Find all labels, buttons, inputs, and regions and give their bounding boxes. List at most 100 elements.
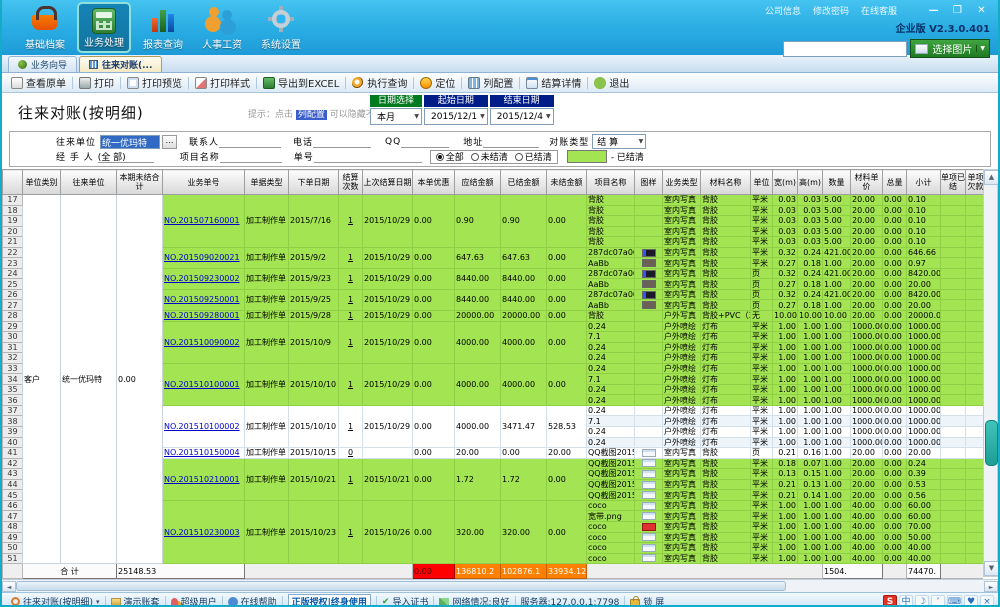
online-service-link[interactable]: 在线客服 — [861, 4, 897, 17]
choose-image-button[interactable]: 选择图片 ▼ — [910, 39, 990, 58]
toolbar-locate[interactable]: 定位 — [415, 74, 460, 91]
last-settle-date-cell: 2015/10/29 — [363, 247, 413, 268]
settle-count-link[interactable]: 1 — [348, 528, 353, 537]
phone-input[interactable] — [313, 136, 371, 148]
toolbar-column-config[interactable]: 列配置 — [463, 74, 518, 91]
doc-no-link[interactable]: NO.201510230003 — [164, 528, 240, 537]
radio-option[interactable]: 全部 — [436, 150, 464, 163]
doc-no-link[interactable]: NO.201509230002 — [164, 274, 240, 283]
ime-icon[interactable]: ☽ — [915, 595, 929, 607]
status-label: 导入证书 — [392, 595, 428, 607]
toolbar-exit[interactable]: 退出 — [589, 74, 634, 91]
ime-icon[interactable]: 中 — [899, 595, 913, 607]
status-import-cert[interactable]: ✔导入证书 — [377, 595, 434, 607]
ime-icon[interactable]: S — [883, 595, 897, 607]
subtotal-cell: 0.10 — [907, 216, 941, 227]
dropdown-arrow-icon[interactable]: ▼ — [976, 45, 985, 52]
date-mode-select[interactable]: 本月▼ — [370, 108, 422, 125]
menu-settings[interactable]: 系统设置 — [254, 2, 308, 53]
status-super-user[interactable]: 超级用户 — [166, 595, 222, 607]
thumbnail-image — [642, 470, 656, 478]
settle-count-link[interactable]: 0 — [348, 448, 353, 457]
toolbar-run-query[interactable]: 执行查询 — [347, 74, 412, 91]
settle-count-link[interactable]: 1 — [348, 380, 353, 389]
tab-wizard[interactable]: 业务向导 — [8, 56, 77, 72]
menu-hr-payroll[interactable]: 人事工资 — [195, 2, 249, 53]
dropdown-arrow-icon: ▼ — [477, 113, 485, 120]
settle-count-link[interactable]: 1 — [348, 253, 353, 262]
partner-unit-value[interactable]: 统一优玛特 — [100, 135, 160, 149]
unit-cell: 平米 — [751, 427, 773, 438]
doc-no-link[interactable]: NO.201509280001 — [164, 311, 240, 320]
tab-reconcile[interactable]: 往来对账(... — [79, 56, 162, 72]
doc-no-link[interactable]: NO.201510100002 — [164, 422, 240, 431]
status-current-view[interactable]: 往来对账(按明细)▾ — [6, 595, 105, 607]
doc-no-link[interactable]: NO.201510210001 — [164, 475, 240, 484]
change-password-link[interactable]: 修改密码 — [813, 4, 849, 17]
total-qty-cell: 0.00 — [883, 332, 907, 343]
horizontal-scroll-thumb[interactable] — [16, 581, 786, 591]
menu-reports[interactable]: 报表查询 — [136, 2, 190, 53]
toolbar-settle-detail[interactable]: 结算详情 — [521, 74, 586, 91]
qq-input[interactable] — [401, 136, 449, 148]
unit-price-cell: 20.00 — [851, 268, 883, 279]
settle-count-link[interactable]: 1 — [348, 338, 353, 347]
scroll-up-icon[interactable]: ▲ — [984, 170, 999, 185]
radio-option[interactable]: 未结清 — [471, 150, 508, 163]
scroll-right-icon[interactable]: ► — [984, 581, 998, 592]
ime-icon[interactable]: ⌨ — [947, 595, 962, 607]
project-name-input[interactable] — [220, 151, 282, 163]
image-search-input[interactable] — [783, 41, 907, 57]
address-input[interactable] — [483, 136, 539, 148]
horizontal-scrollbar[interactable]: ◄ ► — [2, 579, 998, 592]
doc-no-link[interactable]: NO.201509020021 — [164, 253, 240, 262]
status-lock-screen[interactable]: 锁 屏 — [625, 595, 669, 607]
reconcile-type-select[interactable]: 结 算 ▼ — [592, 134, 646, 149]
doc-no-link[interactable]: NO.201510090002 — [164, 338, 240, 347]
toolbar-view-original[interactable]: 查看原单 — [6, 74, 71, 91]
settle-count-link[interactable]: 1 — [348, 295, 353, 304]
menu-base-archive[interactable]: 基础档案 — [18, 2, 72, 53]
column-config-link[interactable]: 列配置 — [296, 110, 327, 120]
toolbar-export-excel[interactable]: 导出到EXCEL — [258, 74, 344, 91]
settle-count-link[interactable]: 1 — [348, 274, 353, 283]
handler-value[interactable]: (全 部) — [98, 150, 154, 163]
maximize-button[interactable]: ❐ — [949, 4, 966, 17]
start-date-select[interactable]: 2015/12/1▼ — [424, 108, 488, 125]
doc-no-link[interactable]: NO.201510150004 — [164, 448, 240, 457]
radio-option[interactable]: 已结清 — [515, 150, 552, 163]
thumb-cell — [635, 321, 663, 332]
ime-icon[interactable]: × — [980, 595, 994, 607]
toolbar-print-preview[interactable]: 打印预览 — [122, 74, 187, 91]
status-demo-account[interactable]: 演示账套 — [106, 595, 165, 607]
minimize-button[interactable]: — — [925, 4, 942, 17]
unit-price-cell: 20.00 — [851, 195, 883, 206]
menu-business[interactable]: 业务处理 — [77, 2, 131, 53]
toolbar-print[interactable]: 打印 — [74, 74, 119, 91]
item-settled-cell — [941, 226, 966, 237]
settle-count-link[interactable]: 1 — [348, 311, 353, 320]
ime-icon[interactable]: ♥ — [964, 595, 978, 607]
contact-input[interactable] — [219, 136, 281, 148]
close-button[interactable]: ✕ — [973, 4, 990, 17]
company-info-link[interactable]: 公司信息 — [765, 4, 801, 17]
ime-icon[interactable]: ’ — [931, 595, 945, 607]
status-online-help[interactable]: 在线帮助 — [223, 595, 282, 607]
vertical-scroll-thumb[interactable] — [985, 420, 998, 466]
doc-no-link[interactable]: NO.201507160001 — [164, 216, 240, 225]
settle-count-link[interactable]: 1 — [348, 216, 353, 225]
toolbar-print-style[interactable]: 打印样式 — [190, 74, 255, 91]
doc-no-link[interactable]: NO.201510100001 — [164, 380, 240, 389]
end-date-select[interactable]: 2015/12/4▼ — [490, 108, 554, 125]
settle-count-link[interactable]: 1 — [348, 475, 353, 484]
width-cell: 1.00 — [773, 353, 798, 364]
scroll-down-icon[interactable]: ▼ — [984, 561, 999, 576]
more-button[interactable]: … — [162, 135, 177, 149]
doc-no-link[interactable]: NO.201509250001 — [164, 295, 240, 304]
vertical-scrollbar[interactable]: ▲ ▼ — [983, 169, 998, 577]
subtotal-cell: 1000.00 — [907, 332, 941, 343]
scroll-left-icon[interactable]: ◄ — [2, 581, 16, 592]
order-no-input[interactable] — [314, 151, 422, 163]
settle-count-link[interactable]: 1 — [348, 422, 353, 431]
unsettled-amount-cell: 0.00 — [547, 321, 587, 363]
